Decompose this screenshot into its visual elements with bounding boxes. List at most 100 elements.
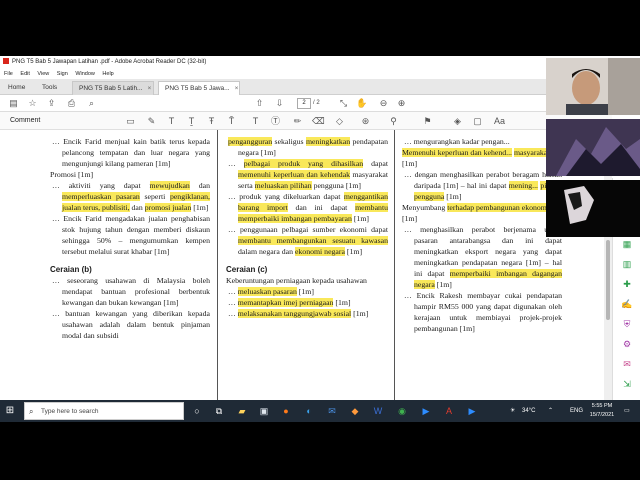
tab-doc-latihan[interactable]: PNG T5 Bab 5 Latih... × — [72, 81, 154, 95]
answer-item: … Encik Farid mengadakan jualan penghabi… — [52, 214, 210, 256]
find-icon[interactable]: ⌕ — [86, 98, 97, 109]
answer-item: … pelbagai produk yang dihasilkan dapat … — [228, 159, 388, 190]
font-size-icon[interactable]: Aa — [494, 115, 505, 127]
zoom-icon[interactable]: ▶ — [420, 404, 432, 418]
window-titlebar: PNG T5 Bab 5 Jawapan Latihan .pdf - Adob… — [0, 56, 546, 69]
zoom-meeting-icon[interactable]: ▶ — [466, 404, 478, 418]
previous-page-icon[interactable]: ⇧ — [254, 98, 265, 109]
stamp-icon[interactable]: ⊛ — [360, 115, 371, 127]
answer-intro: Keberuntungan perniagaan kepada usahawan — [226, 276, 367, 285]
send-review-icon[interactable]: ✉ — [621, 358, 633, 370]
file-explorer-icon[interactable]: ▰ — [236, 404, 248, 418]
answer-column-3: … mengurangkan kadar pengan... Memenuhi … — [402, 136, 563, 334]
text-box-icon[interactable]: T — [250, 115, 261, 127]
select-tool-icon[interactable]: ⤡ — [338, 98, 349, 109]
tab-tools[interactable]: Tools — [36, 81, 63, 95]
menu-help[interactable]: Help — [102, 71, 113, 77]
answer-item: … aktiviti yang dapat mewujudkan dan mem… — [52, 181, 211, 212]
tab-home[interactable]: Home — [2, 81, 31, 95]
video-tile-presenter[interactable] — [546, 58, 640, 115]
organize-pages-icon[interactable]: ▥ — [621, 258, 633, 270]
sticky-note-icon[interactable]: ▭ — [125, 115, 136, 127]
print-icon[interactable]: ⎙ — [66, 98, 77, 109]
comment-toolbar: Comment ▭ ✎ T Ṯ Ŧ Ť T Ⓣ ✏ ⌫ ◇ ⊛ ⚲ ⚑ ◈ ▢ … — [0, 112, 612, 130]
protect-icon[interactable]: ⛨ — [621, 318, 633, 330]
language-indicator[interactable]: ENG — [570, 400, 583, 422]
firefox-icon[interactable]: ● — [280, 404, 292, 418]
answer-item: … melaksanakan tanggungjawab sosial [1m] — [228, 309, 369, 318]
task-view-icon[interactable]: ⧉ — [213, 404, 225, 418]
answer-item: … seseorang usahawan di Malaysia boleh m… — [52, 276, 211, 307]
answer-item: … meluaskan pasaran [1m] — [228, 287, 314, 296]
participant-avatar-image — [546, 119, 640, 176]
acrobat-taskbar-icon[interactable]: A — [443, 404, 455, 418]
comment-tool-icon[interactable]: ✚ — [621, 278, 633, 290]
fill-color-icon[interactable]: ◈ — [452, 115, 463, 127]
answer-item: … produk yang dikeluarkan dapat menggant… — [228, 192, 389, 223]
page-total: / 2 — [313, 100, 320, 106]
store-icon[interactable]: ▣ — [258, 404, 270, 418]
mail-icon[interactable]: ✉ — [326, 404, 338, 418]
system-clock[interactable]: 5:55 PM 15/7/2021 — [584, 402, 620, 420]
menu-edit[interactable]: Edit — [20, 71, 29, 77]
zoom-out-icon[interactable]: ⊖ — [378, 98, 389, 109]
pin-icon[interactable]: ⚑ — [422, 115, 433, 127]
next-page-icon[interactable]: ⇩ — [274, 98, 285, 109]
tray-chevron-icon[interactable]: ⌃ — [548, 400, 553, 422]
shapes-icon[interactable]: ◇ — [334, 115, 345, 127]
eraser-icon[interactable]: ⌫ — [312, 115, 325, 127]
document-view[interactable]: … Encik Farid menjual kain batik terus k… — [0, 130, 612, 422]
video-tile-participant[interactable] — [546, 180, 640, 237]
text-insert-icon[interactable]: Ť — [226, 115, 237, 127]
answer-column-1: … Encik Farid menjual kain batik terus k… — [50, 136, 211, 341]
edge-icon[interactable]: ◐ — [303, 404, 315, 418]
menu-sign[interactable]: Sign — [57, 71, 68, 77]
taskbar-search[interactable]: ⌕ Type here to search — [24, 402, 184, 420]
close-icon[interactable]: × — [147, 85, 151, 92]
tab-doc-latihan-label: PNG T5 Bab 5 Latih... — [79, 85, 143, 92]
weather-icon[interactable]: ☀ — [510, 400, 515, 422]
attach-icon[interactable]: ⚲ — [388, 115, 399, 127]
more-tools-icon[interactable]: ⚙ — [621, 338, 633, 350]
menu-file[interactable]: File — [4, 71, 13, 77]
chrome-icon[interactable]: ◉ — [396, 404, 408, 418]
text-underline-icon[interactable]: Ṯ — [186, 115, 197, 127]
video-tile-participant[interactable] — [546, 119, 640, 176]
windows-start-icon[interactable]: ⊞ — [4, 404, 16, 418]
tab-doc-jawapan[interactable]: PNG T5 Bab 5 Jawa... × — [158, 81, 240, 95]
scrollbar-thumb[interactable] — [606, 240, 610, 320]
text-replace-icon[interactable]: Ŧ — [206, 115, 217, 127]
compress-icon[interactable]: ⇲ — [621, 378, 633, 390]
line-color-icon[interactable]: ▢ — [472, 115, 483, 127]
create-pdf-icon[interactable]: ▤ — [8, 98, 19, 109]
window-title: PNG T5 Bab 5 Jawapan Latihan .pdf - Adob… — [12, 59, 207, 65]
main-toolbar: ▤ ☆ ⇪ ⎙ ⌕ ⇧ ⇩ 2 / 2 ⤡ ✋ ⊖ ⊕ — [0, 95, 546, 112]
zoom-in-icon[interactable]: ⊕ — [396, 98, 407, 109]
answer-column-2: pengangguran sekaligus meningkatkan pend… — [226, 136, 389, 319]
menu-window[interactable]: Window — [75, 71, 95, 77]
answer-item: … Encik Farid menjual kain batik terus k… — [52, 137, 211, 168]
answer-point: Menyumbang terhadap pembangunan ekonomi … — [402, 203, 550, 223]
app-icon[interactable]: ◆ — [349, 404, 361, 418]
page-number-input[interactable]: 2 — [297, 98, 311, 109]
edit-pdf-icon[interactable]: ▦ — [621, 238, 633, 250]
clock-time: 5:55 PM — [591, 403, 613, 409]
highlight-pen-icon[interactable]: ✎ — [146, 115, 157, 127]
close-icon[interactable]: × — [235, 85, 239, 92]
fill-sign-icon[interactable]: ✍ — [621, 298, 633, 310]
notification-icon[interactable]: ▭ — [624, 400, 630, 422]
cortana-icon[interactable]: ○ — [191, 404, 203, 418]
upload-icon[interactable]: ⇪ — [46, 98, 57, 109]
answer-item: … memantapkan imej perniagaan [1m] — [228, 298, 351, 307]
weather-temp[interactable]: 34°C — [522, 400, 535, 422]
word-icon[interactable]: W — [372, 404, 384, 418]
answer-item: … penggunaan pelbagai sumber ekonomi dap… — [228, 225, 388, 256]
text-strike-icon[interactable]: T — [166, 115, 177, 127]
add-text-icon[interactable]: Ⓣ — [270, 115, 281, 127]
pencil-icon[interactable]: ✏ — [292, 115, 303, 127]
column-divider — [394, 130, 395, 422]
menu-view[interactable]: View — [37, 71, 49, 77]
bookmark-star-icon[interactable]: ☆ — [27, 98, 38, 109]
hand-tool-icon[interactable]: ✋ — [356, 98, 367, 109]
acrobat-icon — [3, 58, 9, 65]
